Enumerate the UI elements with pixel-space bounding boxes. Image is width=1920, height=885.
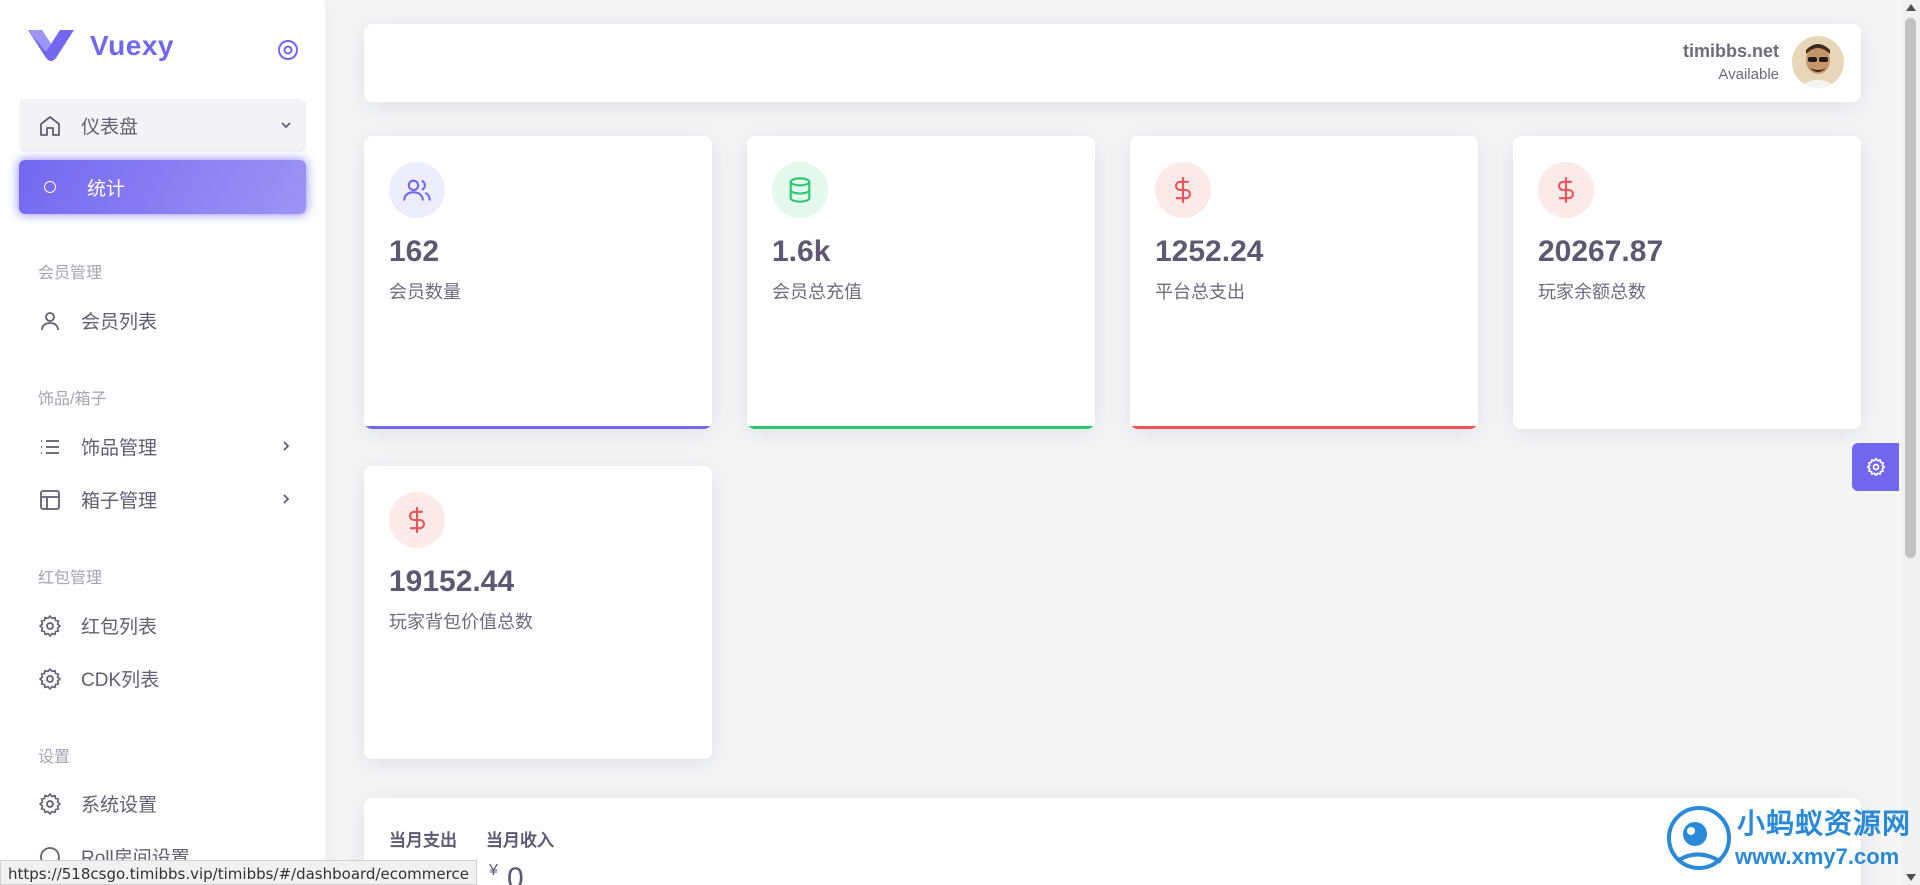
sidebar-item-stats[interactable]: 统计 [19,160,306,214]
dollar-icon [389,492,445,548]
card-accent-line [1130,426,1478,429]
vuexy-logo-icon [28,30,74,61]
stat-label: 平台总支出 [1155,282,1245,302]
avatar[interactable] [1792,36,1844,88]
database-icon [772,162,828,218]
stat-card-balance: 20267.87 玩家余额总数 [1513,136,1861,429]
sidebar-item-label: 系统设置 [81,795,158,816]
stat-label: 玩家背包价值总数 [389,612,533,632]
scroll-up-arrow-icon[interactable] [1906,4,1916,11]
stat-value: 20267.87 [1538,235,1664,268]
card-accent-line [364,426,712,429]
sidebar-item-label: CDK列表 [81,670,160,691]
sidebar-item-label: 饰品管理 [81,438,158,459]
home-icon [38,114,62,138]
stat-label: 会员总充值 [772,282,862,302]
main-sidebar: Vuexy 仪表盘 统计 会员管理 会员列表 饰品/箱子 饰品管理 箱子管理 红… [0,0,325,885]
sidebar-item-box-manage[interactable]: 箱子管理 [19,473,306,526]
gear-icon [38,792,62,816]
tab-month-income[interactable]: 当月收入 [486,826,554,851]
stat-value: 1.6k [772,235,831,268]
stat-label: 会员数量 [389,282,461,302]
section-header-redpacket: 红包管理 [38,570,103,587]
stat-card-expense: 1252.24 平台总支出 [1130,136,1478,429]
stat-card-recharge: 1.6k 会员总充值 [747,136,1095,429]
stat-value: 1252.24 [1155,235,1264,268]
customizer-toggle-button[interactable] [1852,443,1899,491]
sidebar-item-label: 红包列表 [81,617,158,638]
sidebar-item-cdk-list[interactable]: CDK列表 [19,652,306,705]
chevron-right-icon [283,441,290,451]
section-header-settings: 设置 [38,749,71,766]
collapse-toggle-icon[interactable] [276,38,300,62]
watermark-title: 小蚂蚁资源网 [1737,808,1912,839]
user-name[interactable]: timibbs.net [1683,41,1779,62]
stat-value: 162 [389,235,440,268]
top-navbar: timibbs.net Available [364,24,1861,102]
gear-icon [1866,457,1885,477]
watermark-logo-icon [1667,806,1731,870]
list-icon [38,435,62,459]
gear-icon [38,667,62,691]
sidebar-item-system-settings[interactable]: 系统设置 [19,777,306,830]
sidebar-item-label: 箱子管理 [81,491,158,512]
user-icon [38,309,62,333]
sidebar-item-dashboard[interactable]: 仪表盘 [19,99,306,152]
status-bar-url: https://518csgo.timibbs.vip/timibbs/#/da… [0,860,477,885]
tab-month-expense[interactable]: 当月支出 [389,826,457,851]
chevron-right-icon [283,494,290,504]
stat-card-inventory: 19152.44 玩家背包价值总数 [364,466,712,759]
scroll-thumb[interactable] [1905,18,1916,558]
brand-name: Vuexy [90,30,174,61]
stat-value: 19152.44 [389,565,515,598]
revenue-card: 当月支出 当月收入 ¥ 0 [364,798,1861,885]
watermark-url: www.xmy7.com [1735,844,1900,869]
users-icon [389,162,445,218]
sidebar-item-member-list[interactable]: 会员列表 [19,294,306,347]
card-accent-line [747,426,1095,429]
circle-icon [44,181,56,193]
revenue-amount: 0 [507,862,524,885]
section-header-items: 饰品/箱子 [38,391,107,408]
dollar-icon [1155,162,1211,218]
section-header-members: 会员管理 [38,265,103,282]
sidebar-item-label: 仪表盘 [81,117,139,138]
brand-logo[interactable]: Vuexy [28,30,174,62]
page-scrollbar[interactable] [1901,0,1920,885]
sidebar-item-label: 会员列表 [81,312,158,333]
stat-card-members: 162 会员数量 [364,136,712,429]
layout-icon [38,488,62,512]
chevron-down-icon [281,122,291,129]
currency-symbol: ¥ [489,862,498,879]
stat-label: 玩家余额总数 [1538,282,1646,302]
sidebar-item-redpacket-list[interactable]: 红包列表 [19,599,306,652]
watermark: 小蚂蚁资源网 www.xmy7.com [1665,800,1915,880]
dollar-icon [1538,162,1594,218]
gear-icon [38,614,62,638]
user-status: Available [1718,66,1779,83]
sidebar-item-label: 统计 [87,178,126,200]
sidebar-item-item-manage[interactable]: 饰品管理 [19,420,306,473]
